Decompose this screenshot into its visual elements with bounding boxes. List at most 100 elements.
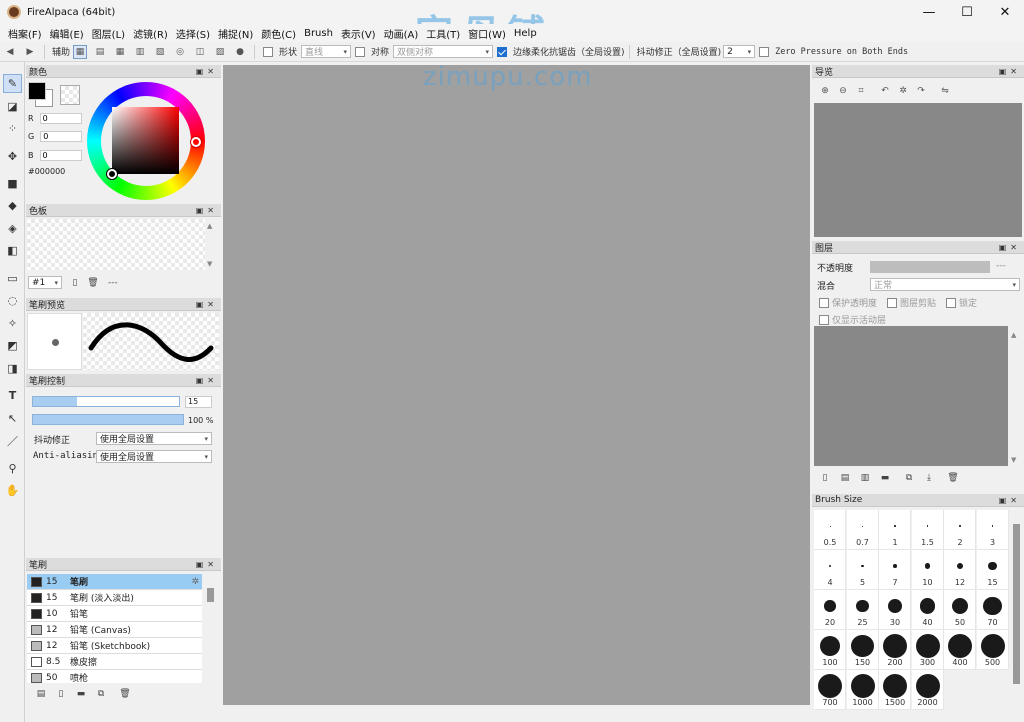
brush-size-cell[interactable]: 300 bbox=[911, 630, 944, 670]
new-folder-icon[interactable]: ▬ bbox=[878, 471, 892, 485]
scroll-up-icon[interactable]: ▲ bbox=[1011, 331, 1016, 339]
gear-icon[interactable]: ✲ bbox=[191, 577, 199, 587]
duplicate-brush-icon[interactable]: ⧉ bbox=[94, 687, 108, 701]
brush-list-item[interactable]: 12 铅笔 (Sketchbook) bbox=[27, 638, 202, 654]
operation-tool-icon[interactable]: ↖ bbox=[3, 409, 22, 428]
symmetry-checkbox[interactable] bbox=[355, 46, 366, 57]
clipping-checkbox[interactable] bbox=[887, 297, 898, 308]
minimize-button[interactable]: — bbox=[910, 0, 948, 24]
scroll-down-icon[interactable]: ▼ bbox=[1011, 456, 1016, 464]
brush-size-cell[interactable]: 200 bbox=[879, 630, 911, 670]
protect-alpha-checkbox[interactable] bbox=[819, 297, 829, 308]
scroll-down-icon[interactable]: ▼ bbox=[207, 260, 212, 268]
menu-color[interactable]: 颜色(C) bbox=[257, 26, 300, 41]
new-brush-icon[interactable]: ▯ bbox=[54, 687, 68, 701]
menu-animation[interactable]: 动画(A) bbox=[380, 26, 423, 41]
brush-size-cell[interactable]: 15 bbox=[976, 550, 1009, 590]
menu-help[interactable]: Help bbox=[510, 28, 541, 39]
menu-brush[interactable]: Brush bbox=[300, 28, 337, 39]
delete-brush-icon[interactable]: 🗑 bbox=[118, 687, 132, 701]
brush-size-cell[interactable]: 12 bbox=[944, 550, 976, 590]
select-rect-tool-icon[interactable]: ▭ bbox=[3, 269, 22, 288]
divide-tool-icon[interactable]: ／ bbox=[3, 431, 22, 450]
merge-down-icon[interactable]: ⤓ bbox=[922, 471, 936, 485]
brush-size-value[interactable]: 15 bbox=[185, 396, 212, 408]
brush-size-cell[interactable]: 20 bbox=[814, 590, 846, 630]
brush-size-cell[interactable]: 1500 bbox=[879, 670, 911, 710]
brush-size-cell[interactable]: 1 bbox=[879, 510, 911, 550]
delete-palette-icon[interactable]: 🗑 bbox=[86, 276, 100, 290]
snap-cross-icon[interactable]: ▥ bbox=[133, 45, 147, 59]
stabilizer-dropdown[interactable]: 2 ▾ bbox=[723, 45, 756, 58]
brush-list-item[interactable]: 15 笔刷 (淡入淡出) bbox=[27, 590, 202, 606]
brush-list-item[interactable]: 10 铅笔 bbox=[27, 606, 202, 622]
menu-edit[interactable]: 编辑(E) bbox=[46, 26, 88, 41]
snap-circle-icon[interactable]: ◎ bbox=[173, 45, 187, 59]
brush-size-cell[interactable]: 1.5 bbox=[911, 510, 944, 550]
rectangle-fill-tool-icon[interactable]: ■ bbox=[3, 174, 22, 193]
panel-float-close-icon[interactable]: ▣✕ bbox=[196, 67, 221, 76]
save-brush-icon[interactable]: ▤ bbox=[34, 687, 48, 701]
bucket-tool-icon[interactable]: ◈ bbox=[3, 219, 22, 238]
menu-tools[interactable]: 工具(T) bbox=[422, 26, 464, 41]
brush-size-cell[interactable]: 2000 bbox=[911, 670, 944, 710]
select-eraser-tool-icon[interactable]: ◨ bbox=[3, 359, 22, 378]
hue-ring[interactable] bbox=[87, 82, 205, 200]
brush-size-cell[interactable]: 3 bbox=[976, 510, 1009, 550]
brush-size-scrollbar-thumb[interactable] bbox=[1013, 524, 1020, 684]
gradient-tool-icon[interactable]: ◧ bbox=[3, 241, 22, 260]
panel-float-close-icon[interactable]: ▣✕ bbox=[999, 496, 1024, 505]
brush-list-item[interactable]: 12 铅笔 (Canvas) bbox=[27, 622, 202, 638]
brush-list-item[interactable]: 8.5 橡皮擦 bbox=[27, 654, 202, 670]
snap-parallel-icon[interactable]: ▤ bbox=[93, 45, 107, 59]
arrow-left-icon[interactable]: ◀ bbox=[3, 45, 17, 59]
brush-tool-icon[interactable]: ✎ bbox=[3, 74, 22, 93]
snap-radial-icon[interactable]: ▧ bbox=[153, 45, 167, 59]
brush-size-cell[interactable]: 30 bbox=[879, 590, 911, 630]
brush-size-cell[interactable]: 500 bbox=[976, 630, 1009, 670]
symmetry-dropdown[interactable]: 双侧对称 ▾ bbox=[393, 45, 494, 58]
b-input[interactable] bbox=[39, 150, 82, 161]
brush-size-cell[interactable]: 70 bbox=[976, 590, 1009, 630]
select-pen-tool-icon[interactable]: ◩ bbox=[3, 336, 22, 355]
r-input[interactable] bbox=[39, 113, 82, 124]
rotate-left-icon[interactable]: ↶ bbox=[878, 84, 892, 98]
eraser-tool-icon[interactable]: ◪ bbox=[3, 97, 22, 116]
sv-picker-handle[interactable] bbox=[107, 169, 117, 179]
snap-perspective-icon[interactable]: ▨ bbox=[213, 45, 227, 59]
brush-size-cell[interactable]: 700 bbox=[814, 670, 846, 710]
brush-size-cell[interactable]: 400 bbox=[944, 630, 976, 670]
snap-grid-icon[interactable]: ▦ bbox=[113, 45, 127, 59]
brush-list-item[interactable]: 15 笔刷 ✲ bbox=[27, 574, 202, 590]
brush-stabilizer-dropdown[interactable]: 使用全局设置 ▾ bbox=[96, 432, 212, 445]
panel-float-close-icon[interactable]: ▣✕ bbox=[196, 376, 221, 385]
panel-float-close-icon[interactable]: ▣✕ bbox=[999, 243, 1024, 252]
move-tool-icon[interactable]: ✥ bbox=[3, 147, 22, 166]
g-input[interactable] bbox=[40, 131, 83, 142]
canvas-area[interactable] bbox=[223, 65, 810, 705]
panel-float-close-icon[interactable]: ▣✕ bbox=[196, 300, 221, 309]
dot-tool-icon[interactable]: ⁘ bbox=[3, 119, 22, 138]
brush-size-cell[interactable]: 25 bbox=[846, 590, 879, 630]
panel-float-close-icon[interactable]: ▣✕ bbox=[196, 206, 221, 215]
menu-select[interactable]: 选择(S) bbox=[172, 26, 214, 41]
shape-checkbox[interactable] bbox=[263, 46, 274, 57]
brush-size-cell[interactable]: 40 bbox=[911, 590, 944, 630]
zero-pressure-checkbox[interactable] bbox=[759, 46, 770, 57]
lock-checkbox[interactable] bbox=[946, 297, 957, 308]
menu-file[interactable]: 档案(F) bbox=[4, 26, 46, 41]
rotate-reset-icon[interactable]: ✲ bbox=[896, 84, 910, 98]
edge-antialias-checkbox[interactable] bbox=[497, 46, 508, 57]
zoom-out-icon[interactable]: ⊖ bbox=[836, 84, 850, 98]
flip-horizontal-icon[interactable]: ⇋ bbox=[938, 84, 952, 98]
blend-mode-dropdown[interactable]: 正常 ▾ bbox=[870, 278, 1020, 291]
shape-dropdown[interactable]: 直线 ▾ bbox=[301, 45, 352, 58]
brush-size-cell[interactable]: 0.7 bbox=[846, 510, 879, 550]
fill-tool-icon[interactable]: ◆ bbox=[3, 196, 22, 215]
zoom-fit-icon[interactable]: ⌗ bbox=[854, 84, 868, 98]
snap-dot-icon[interactable]: ● bbox=[233, 45, 247, 59]
brush-size-cell[interactable]: 0.5 bbox=[814, 510, 846, 550]
layer-opacity-slider[interactable] bbox=[870, 261, 990, 273]
brush-size-cell[interactable]: 100 bbox=[814, 630, 846, 670]
hue-picker-handle[interactable] bbox=[191, 137, 201, 147]
